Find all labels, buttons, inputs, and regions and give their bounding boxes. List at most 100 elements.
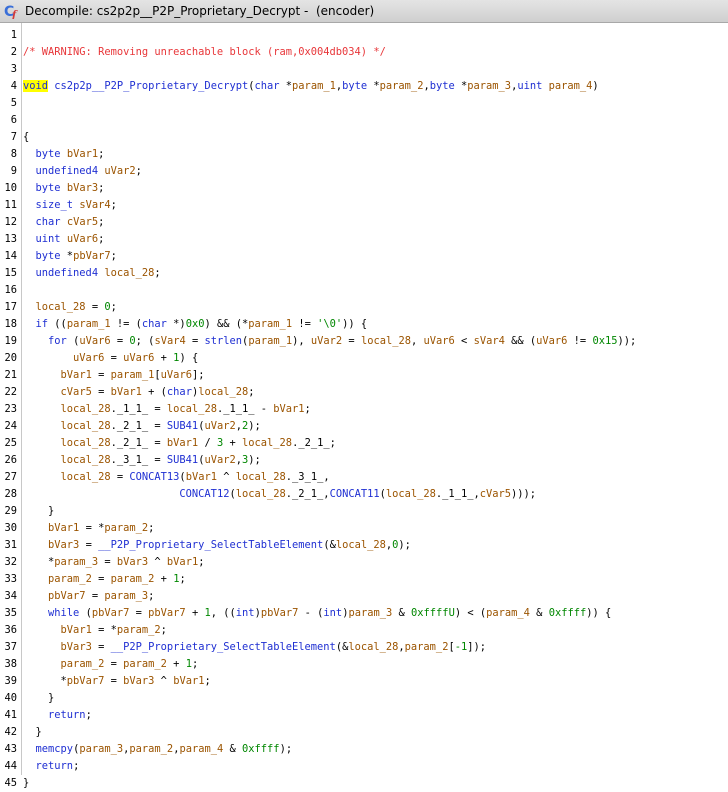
code-token: local_28 — [242, 437, 293, 449]
code-token: bVar3 — [60, 641, 92, 653]
code-token: int — [235, 607, 255, 619]
code-token: param_4 — [486, 607, 530, 619]
code-text: undefined4 local_28; — [23, 265, 161, 282]
code-token: ._1_1_ = — [110, 403, 167, 415]
code-token: local_28 — [60, 437, 111, 449]
code-token: ; — [148, 522, 155, 534]
code-text: for (uVar6 = 0; (sVar4 = strlen(param_1)… — [23, 333, 636, 350]
svg-text:f: f — [11, 10, 18, 19]
line-number: 44 — [4, 760, 17, 772]
line-number: 40 — [4, 692, 17, 704]
code-token: param_2 — [48, 573, 92, 585]
code-token: uVar6 — [79, 335, 111, 347]
line-number: 14 — [4, 250, 17, 262]
line-number: 8 — [10, 148, 17, 160]
code-token: 0xffffU — [411, 607, 455, 619]
code-token: uVar2 — [204, 420, 236, 432]
code-token: && ( — [504, 335, 537, 347]
code-token: ) && (* — [204, 318, 249, 330]
code-token: ), — [292, 335, 311, 347]
code-token: CONCAT11 — [329, 488, 380, 500]
code-token: ^ — [216, 471, 236, 483]
code-token: 0x15 — [592, 335, 618, 347]
code-token: undefined4 — [35, 165, 99, 177]
line-number: 28 — [4, 488, 17, 500]
code-text: param_2 = param_2 + 1; — [23, 656, 199, 673]
line-number: 16 — [4, 284, 17, 296]
code-token: pbVar7 — [48, 590, 86, 602]
code-token: ._1_1_ - — [216, 403, 274, 415]
code-text: undefined4 uVar2; — [23, 163, 142, 180]
code-text: void cs2p2p__P2P_Proprietary_Decrypt(cha… — [23, 78, 599, 95]
line-number: 39 — [4, 675, 17, 687]
code-token: while — [48, 607, 80, 619]
code-text: byte *pbVar7; — [23, 248, 117, 265]
line-number: 19 — [4, 335, 17, 347]
line-number: 17 — [4, 301, 17, 313]
code-token: param_2 — [116, 624, 161, 636]
code-token: ; — [110, 199, 117, 211]
code-token: uVar6 — [423, 335, 455, 347]
code-token: ) — [592, 80, 599, 92]
code-token: = — [85, 301, 105, 313]
line-number: 11 — [4, 199, 17, 211]
code-token: param_1 — [110, 369, 155, 381]
code-token: param_2 — [379, 80, 424, 92]
code-text: { — [23, 129, 29, 146]
code-token: if — [35, 318, 49, 330]
code-token: cVar5 — [479, 488, 511, 500]
code-token: byte — [35, 182, 61, 194]
code-token: = — [91, 573, 111, 585]
code-token: local_28 — [166, 403, 217, 415]
code-token: ; — [98, 148, 105, 160]
code-token: ; ( — [135, 335, 155, 347]
code-text: while (pbVar7 = pbVar7 + 1, ((int)pbVar7… — [23, 605, 611, 622]
code-token: char — [166, 386, 192, 398]
code-text: } — [23, 724, 42, 741]
window-title-bar[interactable]: C f Decompile: cs2p2p__P2P_Proprietary_D… — [0, 0, 728, 23]
code-token: size_t — [35, 199, 74, 211]
decompiler-code-view[interactable]: 1 2/* WARNING: Removing unreachable block… — [0, 23, 728, 789]
code-token: (& — [323, 539, 336, 551]
code-token: * — [367, 80, 380, 92]
code-token: )) { — [586, 607, 612, 619]
code-token: ._2_1_ = — [110, 420, 167, 432]
code-token: & — [223, 743, 243, 755]
code-token: param_2 — [404, 641, 449, 653]
code-token: } — [23, 777, 30, 789]
code-token: param_2 — [110, 573, 155, 585]
code-token: & — [392, 607, 412, 619]
code-token: *) — [166, 318, 186, 330]
code-token: + ( — [141, 386, 167, 398]
code-token: __P2P_Proprietary_SelectTableElement — [98, 539, 324, 551]
code-token: uVar2 — [204, 454, 236, 466]
window-title: Decompile: cs2p2p__P2P_Proprietary_Decry… — [25, 4, 375, 18]
code-token: ) { — [179, 352, 199, 364]
code-token: local_28 — [335, 539, 386, 551]
code-text: size_t sVar4; — [23, 197, 117, 214]
code-token: bVar3 — [48, 539, 80, 551]
code-token: ) < ( — [454, 607, 487, 619]
code-text: uint uVar6; — [23, 231, 105, 248]
code-token: + — [166, 658, 186, 670]
code-token: = — [104, 675, 124, 687]
line-number: 25 — [4, 437, 17, 449]
line-number: 5 — [10, 97, 17, 109]
